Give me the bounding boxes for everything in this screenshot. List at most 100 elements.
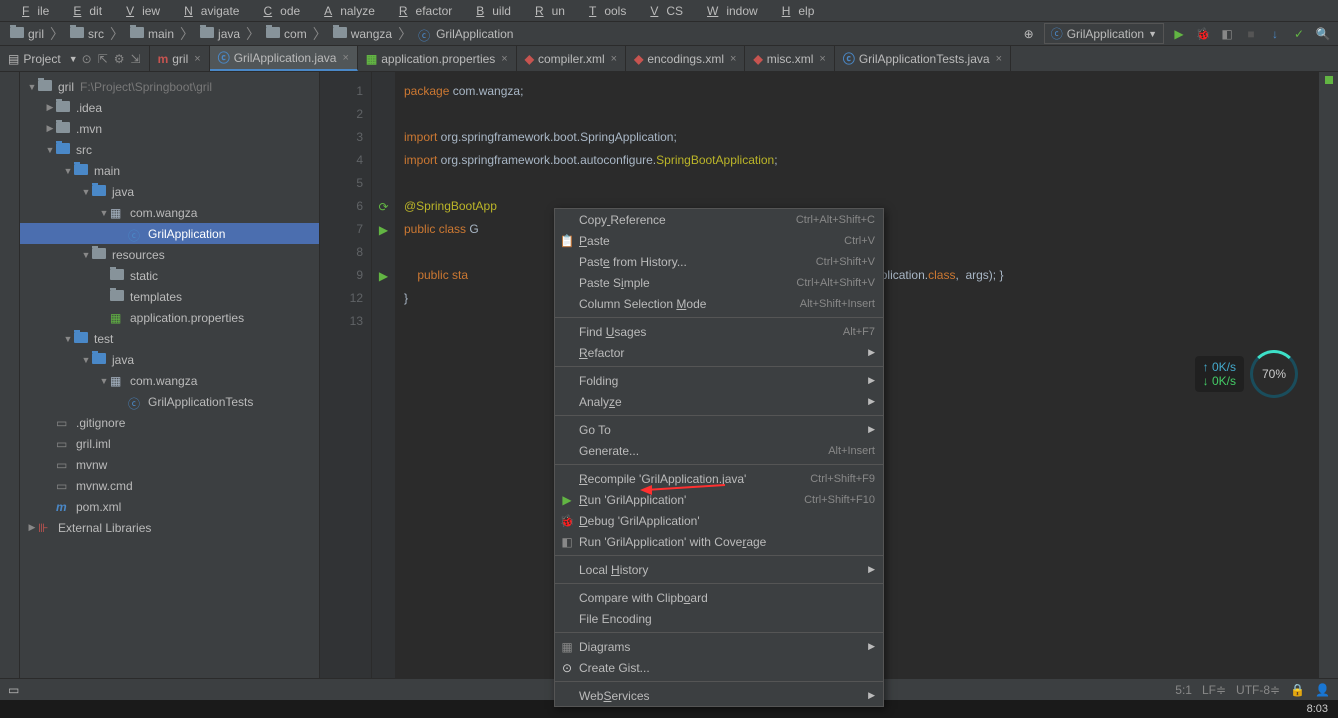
menu-navigate[interactable]: Navigate bbox=[168, 2, 247, 20]
menu-tools[interactable]: Tools bbox=[573, 2, 634, 20]
inspection-ok-icon[interactable] bbox=[1325, 76, 1333, 84]
compass-icon[interactable]: ⊕ bbox=[1020, 25, 1038, 43]
tree-arrow[interactable]: ▼ bbox=[26, 82, 38, 92]
tab-compiler-xml[interactable]: ◆compiler.xml× bbox=[517, 46, 626, 71]
debug-button[interactable]: 🐞 bbox=[1194, 25, 1212, 43]
tab-grilapplicationtests-java[interactable]: ⓒGrilApplicationTests.java× bbox=[835, 46, 1011, 71]
tab-misc-xml[interactable]: ◆misc.xml× bbox=[745, 46, 834, 71]
breadcrumb-grilapplication[interactable]: ⓒGrilApplication bbox=[414, 27, 517, 41]
tab-grilapplication-java[interactable]: ⓒGrilApplication.java× bbox=[210, 46, 358, 71]
close-icon[interactable]: × bbox=[501, 53, 507, 65]
menu-item-recompile-grilapplication-java[interactable]: Recompile 'GrilApplication.java'Ctrl+Shi… bbox=[555, 468, 883, 489]
breadcrumb-src[interactable]: src bbox=[66, 27, 108, 41]
run-method-icon[interactable]: ▶ bbox=[379, 269, 388, 283]
tree-item-static[interactable]: static bbox=[20, 265, 319, 286]
tree-item--gitignore[interactable]: ▭.gitignore bbox=[20, 412, 319, 433]
breadcrumb-gril[interactable]: gril bbox=[6, 27, 48, 41]
tree-item-com-wangza[interactable]: ▼▦com.wangza bbox=[20, 202, 319, 223]
menu-item-debug-grilapplication[interactable]: 🐞Debug 'GrilApplication' bbox=[555, 510, 883, 531]
tree-item-grilapplicationtests[interactable]: ⓒGrilApplicationTests bbox=[20, 391, 319, 412]
search-button[interactable]: 🔍 bbox=[1314, 25, 1332, 43]
close-icon[interactable]: × bbox=[194, 53, 200, 65]
close-icon[interactable]: × bbox=[996, 53, 1002, 65]
project-tree[interactable]: ▼grilF:\Project\Springboot\gril▶.idea▶.m… bbox=[20, 72, 319, 708]
tree-arrow[interactable]: ▼ bbox=[80, 187, 92, 197]
menu-view[interactable]: View bbox=[110, 2, 168, 20]
tree-item-templates[interactable]: templates bbox=[20, 286, 319, 307]
gear-icon[interactable]: ⚙ bbox=[114, 52, 125, 66]
tab-application-properties[interactable]: ▦application.properties× bbox=[358, 46, 517, 71]
menu-item-find-usages[interactable]: Find UsagesAlt+F7 bbox=[555, 321, 883, 342]
collapse-all-icon[interactable]: ⇱ bbox=[98, 52, 108, 66]
menu-item-file-encoding[interactable]: File Encoding bbox=[555, 608, 883, 629]
tree-item-mvnw-cmd[interactable]: ▭mvnw.cmd bbox=[20, 475, 319, 496]
stop-button[interactable]: ■ bbox=[1242, 25, 1260, 43]
vcs-commit-button[interactable]: ✓ bbox=[1290, 25, 1308, 43]
breadcrumb-wangza[interactable]: wangza bbox=[329, 27, 396, 41]
menu-item-folding[interactable]: Folding▶ bbox=[555, 370, 883, 391]
project-tool-label[interactable]: ▤ Project ▼ ⊙ ⇱ ⚙ ⇲ bbox=[0, 46, 150, 71]
tree-arrow[interactable]: ▼ bbox=[80, 355, 92, 365]
tree-arrow[interactable]: ▼ bbox=[44, 145, 56, 155]
tree-item-resources[interactable]: ▼resources bbox=[20, 244, 319, 265]
menu-item-run-grilapplication[interactable]: ▶Run 'GrilApplication'Ctrl+Shift+F10 bbox=[555, 489, 883, 510]
tree-item-mvnw[interactable]: ▭mvnw bbox=[20, 454, 319, 475]
menu-item-go-to[interactable]: Go To▶ bbox=[555, 419, 883, 440]
line-ending[interactable]: LF≑ bbox=[1202, 683, 1226, 697]
tree-arrow[interactable]: ▼ bbox=[98, 208, 110, 218]
tree-item-pom-xml[interactable]: mpom.xml bbox=[20, 496, 319, 517]
hector-icon[interactable]: 👤 bbox=[1315, 683, 1330, 697]
menu-item-local-history[interactable]: Local History▶ bbox=[555, 559, 883, 580]
menu-item-copy-reference[interactable]: Copy ReferenceCtrl+Alt+Shift+C bbox=[555, 209, 883, 230]
tree-item--idea[interactable]: ▶.idea bbox=[20, 97, 319, 118]
run-configuration-selector[interactable]: ⓒ GrilApplication ▼ bbox=[1044, 23, 1164, 44]
lock-icon[interactable]: 🔒 bbox=[1290, 683, 1305, 697]
tree-arrow[interactable]: ▼ bbox=[80, 250, 92, 260]
menu-edit[interactable]: Edit bbox=[57, 2, 110, 20]
run-class-icon[interactable]: ⟳ bbox=[378, 200, 388, 214]
tree-arrow[interactable]: ▼ bbox=[62, 334, 74, 344]
tree-item-gril-iml[interactable]: ▭gril.iml bbox=[20, 433, 319, 454]
clock[interactable]: 8:03 bbox=[1307, 703, 1338, 715]
memory-indicator[interactable]: 70% bbox=[1250, 350, 1298, 398]
menu-run[interactable]: Run bbox=[519, 2, 573, 20]
menu-analyze[interactable]: Analyze bbox=[308, 2, 383, 20]
scroll-from-source-icon[interactable]: ⊙ bbox=[82, 52, 92, 66]
tree-item-test[interactable]: ▼test bbox=[20, 328, 319, 349]
menu-item-refactor[interactable]: Refactor▶ bbox=[555, 342, 883, 363]
menu-help[interactable]: Help bbox=[766, 2, 823, 20]
menu-item-diagrams[interactable]: ▦Diagrams▶ bbox=[555, 636, 883, 657]
tree-arrow[interactable]: ▼ bbox=[98, 376, 110, 386]
status-icon[interactable]: ▭ bbox=[8, 683, 19, 697]
tree-arrow[interactable]: ▶ bbox=[44, 123, 56, 134]
tree-item-grilapplication[interactable]: ⓒGrilApplication bbox=[20, 223, 319, 244]
menu-file[interactable]: File bbox=[6, 2, 57, 20]
menu-item-column-selection-mode[interactable]: Column Selection ModeAlt+Shift+Insert bbox=[555, 293, 883, 314]
close-icon[interactable]: × bbox=[819, 53, 825, 65]
cursor-position[interactable]: 5:1 bbox=[1175, 683, 1192, 697]
tree-arrow[interactable]: ▶ bbox=[26, 522, 38, 533]
tree-arrow[interactable]: ▼ bbox=[62, 166, 74, 176]
breadcrumb-main[interactable]: main bbox=[126, 27, 178, 41]
menu-item-paste[interactable]: 📋PasteCtrl+V bbox=[555, 230, 883, 251]
tree-arrow[interactable]: ▶ bbox=[44, 102, 56, 113]
close-icon[interactable]: × bbox=[342, 52, 348, 64]
coverage-button[interactable]: ◧ bbox=[1218, 25, 1236, 43]
menu-item-compare-with-clipboard[interactable]: Compare with Clipboard bbox=[555, 587, 883, 608]
file-encoding[interactable]: UTF-8≑ bbox=[1236, 683, 1280, 697]
tree-item--mvn[interactable]: ▶.mvn bbox=[20, 118, 319, 139]
tree-item-main[interactable]: ▼main bbox=[20, 160, 319, 181]
run-button[interactable]: ▶ bbox=[1170, 25, 1188, 43]
close-icon[interactable]: × bbox=[611, 53, 617, 65]
tree-item-src[interactable]: ▼src bbox=[20, 139, 319, 160]
vcs-update-button[interactable]: ↓ bbox=[1266, 25, 1284, 43]
menu-item-create-gist[interactable]: ⊙Create Gist... bbox=[555, 657, 883, 678]
menu-window[interactable]: Window bbox=[691, 2, 766, 20]
menu-build[interactable]: Build bbox=[460, 2, 519, 20]
menu-item-paste-simple[interactable]: Paste SimpleCtrl+Alt+Shift+V bbox=[555, 272, 883, 293]
breadcrumb-java[interactable]: java bbox=[196, 27, 244, 41]
close-icon[interactable]: × bbox=[730, 53, 736, 65]
tree-item-gril[interactable]: ▼grilF:\Project\Springboot\gril bbox=[20, 76, 319, 97]
menu-item-run-grilapplication-with-coverage[interactable]: ◧Run 'GrilApplication' with Coverage bbox=[555, 531, 883, 552]
tab-encodings-xml[interactable]: ◆encodings.xml× bbox=[626, 46, 745, 71]
